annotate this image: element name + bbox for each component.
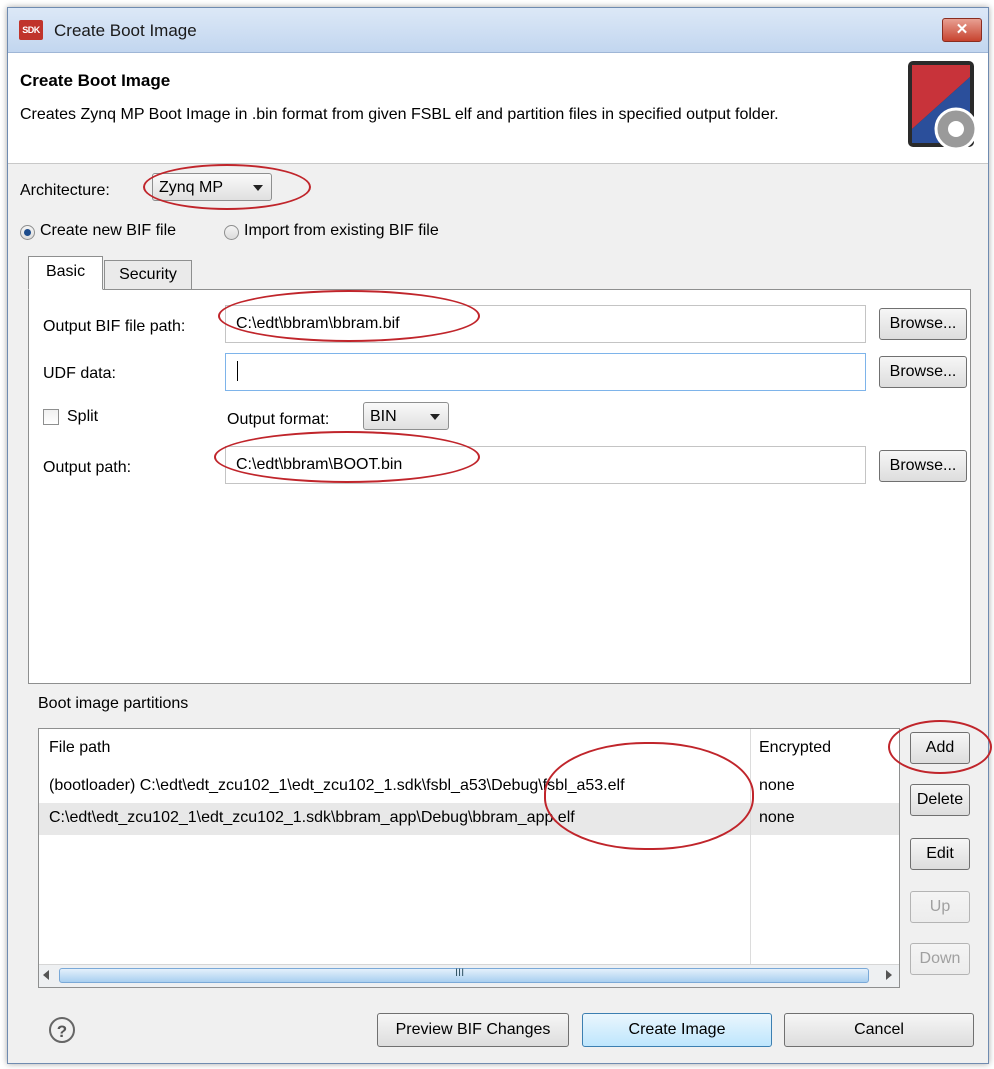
close-button[interactable]: ✕ [942,18,982,42]
tab-security[interactable]: Security [104,260,192,289]
scroll-left-icon[interactable] [43,970,49,980]
column-file-path: File path [49,739,111,756]
scroll-thumb[interactable]: III [59,967,869,983]
table-header: File path Encrypted [39,729,899,767]
create-new-bif-radio[interactable] [20,225,35,240]
window-title: Create Boot Image [54,21,197,40]
help-icon[interactable]: ? [49,1017,75,1043]
column-encrypted: Encrypted [759,739,832,756]
split-label: Split [67,408,99,425]
output-format-label: Output format: [227,411,330,428]
architecture-select[interactable]: Zynq MP [152,173,272,201]
output-format-value: BIN [370,408,397,425]
output-bif-input[interactable]: C:\edt\bbram\bbram.bif [225,305,866,343]
edit-partition-button[interactable]: Edit [910,838,970,870]
sdk-app-icon: SDK [19,20,43,40]
row-encrypted: none [759,809,795,826]
table-row[interactable]: C:\edt\edt_zcu102_1\edt_zcu102_1.sdk\bbr… [39,803,899,835]
architecture-label: Architecture: [20,182,110,199]
header-description: Creates Zynq MP Boot Image in .bin forma… [20,106,779,123]
title-bar: SDK Create Boot Image ✕ [8,8,988,53]
row-file-path: (bootloader) C:\edt\edt_zcu102_1\edt_zcu… [49,777,625,794]
architecture-value: Zynq MP [159,179,224,196]
chevron-down-icon [430,414,440,420]
split-checkbox[interactable] [43,409,59,425]
partitions-table: File path Encrypted (bootloader) C:\edt\… [38,728,900,988]
scroll-grip: III [455,967,465,979]
boot-partitions-label: Boot image partitions [38,695,189,712]
udf-data-input[interactable] [225,353,866,391]
import-bif-radio[interactable] [224,225,239,240]
output-bif-browse-button[interactable]: Browse... [879,308,967,340]
row-file-path: C:\edt\edt_zcu102_1\edt_zcu102_1.sdk\bbr… [49,809,575,826]
header-title: Create Boot Image [20,71,171,90]
row-encrypted: none [759,777,795,794]
chevron-down-icon [253,185,263,191]
output-path-label: Output path: [43,459,132,476]
create-new-bif-label: Create new BIF file [40,222,177,239]
boot-image-gear-icon [908,61,978,151]
basic-tab-panel: Output BIF file path: C:\edt\bbram\bbram… [28,289,971,684]
move-up-button[interactable]: Up [910,891,970,923]
dialog-header: Create Boot Image Creates Zynq MP Boot I… [8,53,988,164]
tab-basic[interactable]: Basic [28,256,103,290]
preview-bif-changes-button[interactable]: Preview BIF Changes [377,1013,569,1047]
output-path-browse-button[interactable]: Browse... [879,450,967,482]
horizontal-scrollbar[interactable]: III [39,964,899,987]
output-bif-label: Output BIF file path: [43,318,186,335]
output-path-input[interactable]: C:\edt\bbram\BOOT.bin [225,446,866,484]
output-format-select[interactable]: BIN [363,402,449,430]
text-cursor [237,361,238,381]
move-down-button[interactable]: Down [910,943,970,975]
table-row[interactable]: (bootloader) C:\edt\edt_zcu102_1\edt_zcu… [39,771,899,803]
scroll-right-icon[interactable] [886,970,892,980]
create-image-button[interactable]: Create Image [582,1013,772,1047]
import-bif-label: Import from existing BIF file [244,222,439,239]
udf-data-browse-button[interactable]: Browse... [879,356,967,388]
delete-partition-button[interactable]: Delete [910,784,970,816]
column-divider [750,729,751,987]
cancel-button[interactable]: Cancel [784,1013,974,1047]
create-boot-image-dialog: SDK Create Boot Image ✕ Create Boot Imag… [7,7,992,1064]
udf-data-label: UDF data: [43,365,116,382]
add-partition-button[interactable]: Add [910,732,970,764]
